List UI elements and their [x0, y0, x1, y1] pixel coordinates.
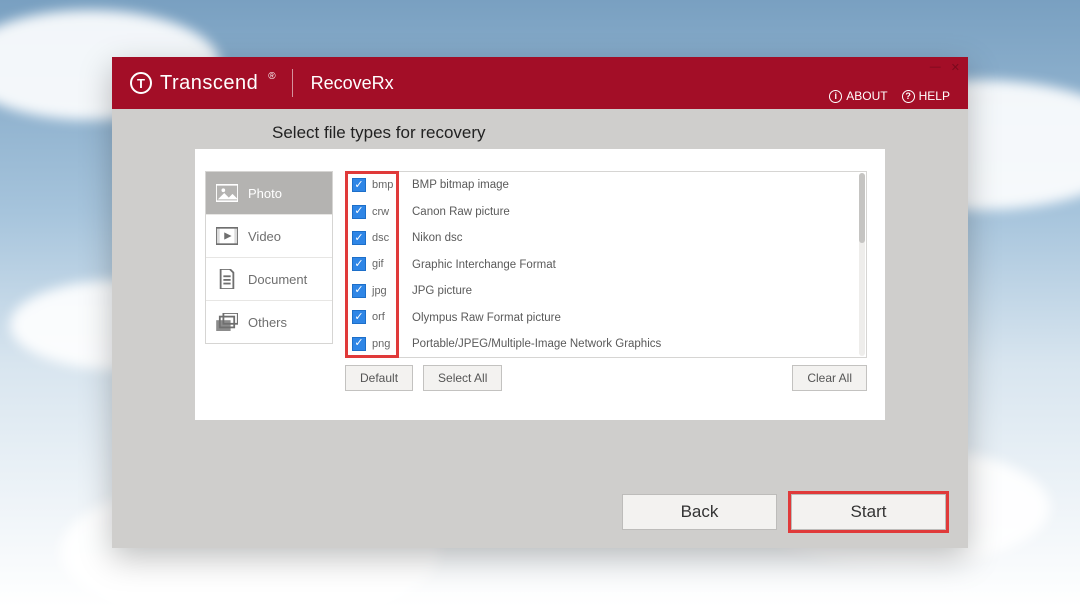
category-label: Others [248, 315, 287, 330]
category-label: Document [248, 272, 307, 287]
file-ext: gif [372, 258, 384, 270]
file-type-list: ✓ bmp ✓ crw ✓ dsc ✓ gif ✓ jpg ✓ orf ✓ png BMP b… [345, 171, 867, 358]
file-ext: jpg [372, 285, 387, 297]
stack-icon [216, 313, 238, 331]
about-link[interactable]: i ABOUT [829, 89, 887, 103]
title-divider [292, 69, 293, 97]
document-icon [216, 270, 238, 288]
file-type-check-row[interactable]: ✓ png [346, 331, 398, 357]
category-others[interactable]: Others [206, 301, 332, 343]
category-label: Photo [248, 186, 282, 201]
file-type-check-row[interactable]: ✓ orf [346, 304, 398, 330]
help-label: HELP [919, 89, 950, 103]
file-type-desc: Graphic Interchange Format [398, 252, 866, 279]
category-list: Photo Video Document Others [205, 171, 333, 344]
selection-panel: Photo Video Document Others [195, 149, 885, 420]
description-column: BMP bitmap image Canon Raw picture Nikon… [398, 172, 866, 357]
photo-icon [216, 184, 238, 202]
file-type-desc: BMP bitmap image [398, 172, 866, 199]
file-type-desc: Olympus Raw Format picture [398, 305, 866, 332]
file-type-check-row[interactable]: ✓ dsc [346, 225, 398, 251]
clear-all-button[interactable]: Clear All [792, 365, 867, 391]
header-links: i ABOUT ? HELP [829, 89, 950, 103]
file-type-desc: Canon Raw picture [398, 199, 866, 226]
file-type-desc: Nikon dsc [398, 225, 866, 252]
video-icon [216, 227, 238, 245]
brand-name: Transcend [160, 72, 258, 95]
checkbox-icon[interactable]: ✓ [352, 178, 366, 192]
registered-mark: ® [268, 71, 275, 82]
brand: T Transcend ® [130, 72, 274, 95]
brand-logo-icon: T [130, 72, 152, 94]
category-document[interactable]: Document [206, 258, 332, 301]
checkbox-icon[interactable]: ✓ [352, 231, 366, 245]
scrollbar-thumb[interactable] [859, 173, 865, 243]
close-button[interactable]: ✕ [951, 61, 960, 74]
minimize-button[interactable]: — [930, 61, 941, 74]
app-window: — ✕ T Transcend ® RecoveRx i ABOUT ? HEL… [112, 57, 968, 548]
checkbox-icon[interactable]: ✓ [352, 310, 366, 324]
checkbox-icon[interactable]: ✓ [352, 284, 366, 298]
file-type-desc: Portable/JPEG/Multiple-Image Network Gra… [398, 331, 866, 357]
about-label: ABOUT [846, 89, 887, 103]
start-button[interactable]: Start [791, 494, 946, 530]
category-video[interactable]: Video [206, 215, 332, 258]
file-ext: crw [372, 206, 389, 218]
file-type-check-row[interactable]: ✓ gif [346, 251, 398, 277]
info-icon: i [829, 90, 842, 103]
select-all-button[interactable]: Select All [423, 365, 502, 391]
title-bar: — ✕ T Transcend ® RecoveRx i ABOUT ? HEL… [112, 57, 968, 109]
page-heading: Select file types for recovery [112, 109, 968, 149]
checkbox-column: ✓ bmp ✓ crw ✓ dsc ✓ gif ✓ jpg ✓ orf ✓ png [346, 172, 398, 357]
checkbox-icon[interactable]: ✓ [352, 337, 366, 351]
list-toolbar: Default Select All Clear All [345, 365, 867, 391]
scrollbar[interactable] [859, 173, 865, 356]
file-ext: orf [372, 311, 385, 323]
app-name: RecoveRx [311, 73, 394, 94]
file-type-check-row[interactable]: ✓ jpg [346, 278, 398, 304]
file-ext: png [372, 338, 390, 350]
file-type-desc: JPG picture [398, 278, 866, 305]
checkbox-icon[interactable]: ✓ [352, 257, 366, 271]
window-controls: — ✕ [930, 61, 960, 74]
file-type-check-row[interactable]: ✓ bmp [346, 172, 398, 198]
file-ext: bmp [372, 179, 393, 191]
help-icon: ? [902, 90, 915, 103]
file-ext: dsc [372, 232, 389, 244]
category-label: Video [248, 229, 281, 244]
file-type-check-row[interactable]: ✓ crw [346, 198, 398, 224]
help-link[interactable]: ? HELP [902, 89, 950, 103]
footer-buttons: Back Start [622, 494, 946, 530]
back-button[interactable]: Back [622, 494, 777, 530]
category-photo[interactable]: Photo [206, 172, 332, 215]
checkbox-icon[interactable]: ✓ [352, 205, 366, 219]
default-button[interactable]: Default [345, 365, 413, 391]
